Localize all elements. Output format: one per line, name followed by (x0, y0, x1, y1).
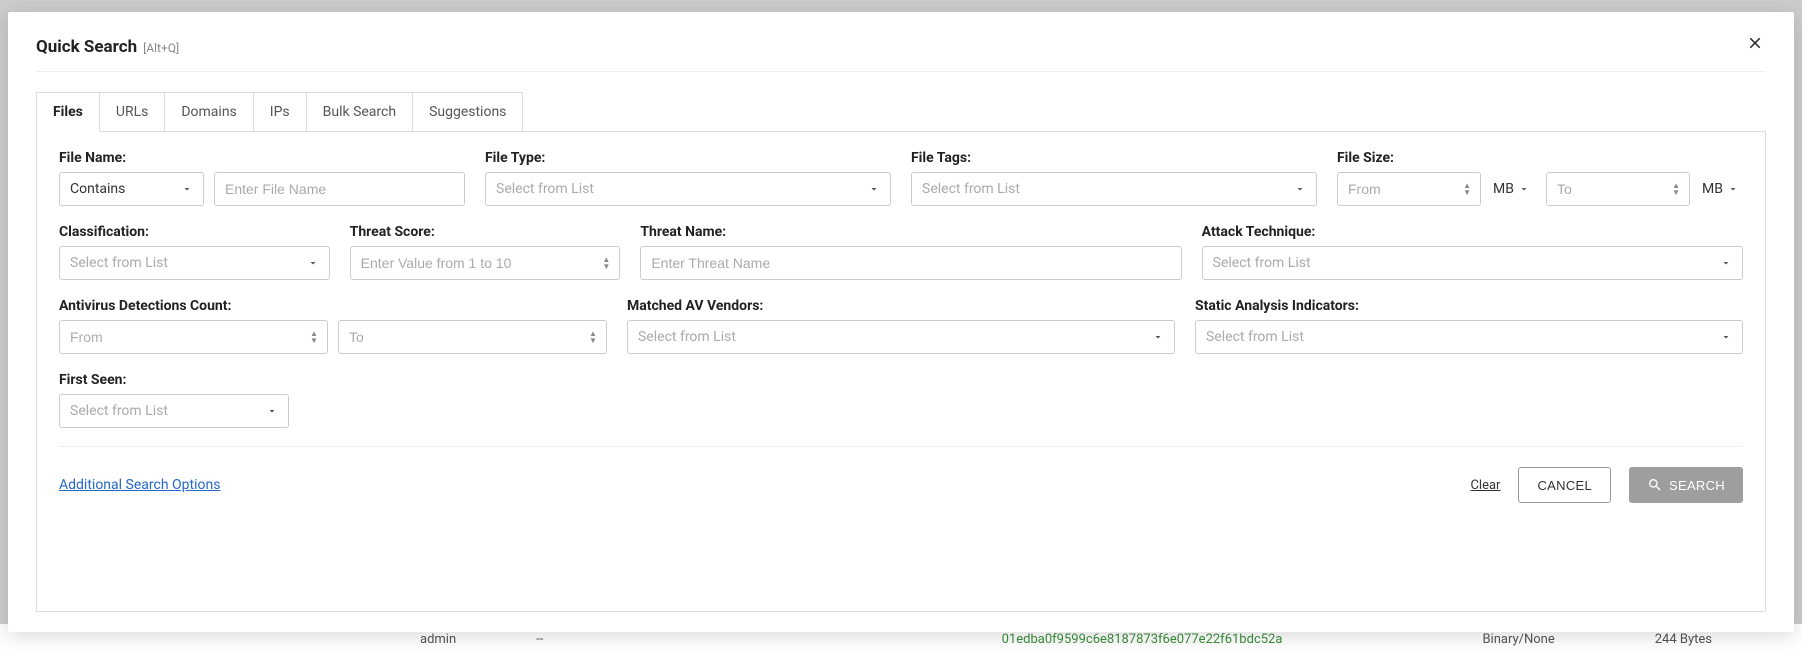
clear-link[interactable]: Clear (1470, 478, 1500, 493)
av-count-to-wrap[interactable]: ▲▼ (338, 320, 607, 354)
cancel-button[interactable]: CANCEL (1518, 467, 1611, 503)
file-type-value: Select from List (496, 181, 880, 197)
threat-score-input-wrap[interactable]: ▲▼ (350, 246, 621, 280)
bg-user: admin (420, 632, 456, 647)
classification-value: Select from List (70, 255, 319, 271)
label-av-count: Antivirus Detections Count: (59, 298, 607, 314)
cancel-label: CANCEL (1537, 478, 1592, 493)
tab-ips[interactable]: IPs (253, 92, 307, 131)
av-count-from[interactable] (70, 329, 317, 345)
file-size-to-unit[interactable]: MB (1698, 181, 1743, 197)
threat-score-input[interactable] (361, 255, 610, 271)
file-tags-select[interactable]: Select from List (911, 172, 1317, 206)
matched-av-value: Select from List (638, 329, 1164, 345)
tabs: Files URLs Domains IPs Bulk Search Sugge… (36, 92, 1766, 131)
label-file-tags: File Tags: (911, 150, 1317, 166)
stepper-icon[interactable]: ▲▼ (307, 327, 321, 347)
file-type-select[interactable]: Select from List (485, 172, 891, 206)
field-av-count: Antivirus Detections Count: ▲▼ ▲▼ (59, 298, 607, 354)
search-icon (1647, 477, 1663, 493)
tab-suggestions[interactable]: Suggestions (412, 92, 523, 131)
stepper-icon[interactable]: ▲▼ (586, 327, 600, 347)
file-name-input-wrap[interactable] (214, 172, 465, 206)
tab-files[interactable]: Files (36, 92, 100, 132)
file-name-match-value: Contains (70, 181, 193, 197)
modal-header: Quick Search [Alt+Q] (36, 32, 1766, 72)
label-classification: Classification: (59, 224, 330, 240)
label-threat-name: Threat Name: (640, 224, 1181, 240)
footer-actions: Clear CANCEL SEARCH (1470, 467, 1743, 503)
label-threat-score: Threat Score: (350, 224, 621, 240)
stepper-icon[interactable]: ▲▼ (599, 253, 613, 273)
label-static-analysis: Static Analysis Indicators: (1195, 298, 1743, 314)
label-matched-av: Matched AV Vendors: (627, 298, 1175, 314)
field-file-size: File Size: ▲▼ MB (1337, 150, 1743, 206)
row-2: Classification: Select from List Threat … (59, 224, 1743, 280)
stepper-icon[interactable]: ▲▼ (1460, 179, 1474, 199)
label-first-seen: First Seen: (59, 372, 289, 388)
classification-select[interactable]: Select from List (59, 246, 330, 280)
field-threat-score: Threat Score: ▲▼ (350, 224, 621, 280)
attack-technique-select[interactable]: Select from List (1202, 246, 1743, 280)
search-button[interactable]: SEARCH (1629, 467, 1743, 503)
file-name-match-select[interactable]: Contains (59, 172, 204, 206)
modal-shortcut: [Alt+Q] (143, 41, 179, 55)
label-attack-technique: Attack Technique: (1202, 224, 1743, 240)
threat-name-input[interactable] (651, 255, 1170, 271)
field-file-name: File Name: Contains (59, 150, 465, 206)
bg-size: 244 Bytes (1655, 632, 1712, 647)
label-file-type: File Type: (485, 150, 891, 166)
first-seen-select[interactable]: Select from List (59, 394, 289, 428)
field-threat-name: Threat Name: (640, 224, 1181, 280)
threat-name-input-wrap[interactable] (640, 246, 1181, 280)
bg-hash: 01edba0f9599c6e8187873f6e077e22f61bdc52a (1002, 632, 1283, 647)
label-file-size: File Size: (1337, 150, 1743, 166)
bg-dash: -- (536, 632, 543, 647)
tab-domains[interactable]: Domains (164, 92, 253, 131)
file-size-from-input[interactable]: ▲▼ (1337, 172, 1481, 206)
file-size-from[interactable] (1348, 181, 1470, 197)
attack-technique-value: Select from List (1213, 255, 1732, 271)
modal-title: Quick Search (36, 37, 137, 57)
tab-urls[interactable]: URLs (99, 92, 165, 131)
matched-av-select[interactable]: Select from List (627, 320, 1175, 354)
field-classification: Classification: Select from List (59, 224, 330, 280)
search-label: SEARCH (1669, 478, 1725, 493)
static-analysis-value: Select from List (1206, 329, 1732, 345)
file-tags-value: Select from List (922, 181, 1306, 197)
av-count-from-wrap[interactable]: ▲▼ (59, 320, 328, 354)
field-first-seen: First Seen: Select from List (59, 372, 289, 428)
unit-label: MB (1702, 181, 1723, 197)
row-3: Antivirus Detections Count: ▲▼ ▲▼ Matche… (59, 298, 1743, 354)
row-1: File Name: Contains File Type: Select fr… (59, 150, 1743, 206)
file-size-to-input[interactable]: ▲▼ (1546, 172, 1690, 206)
file-name-input[interactable] (225, 181, 454, 197)
av-count-to[interactable] (349, 329, 596, 345)
file-size-from-unit[interactable]: MB (1489, 181, 1534, 197)
row-4: First Seen: Select from List (59, 372, 1743, 428)
close-icon (1746, 34, 1764, 52)
static-analysis-select[interactable]: Select from List (1195, 320, 1743, 354)
panel-footer: Additional Search Options Clear CANCEL S… (59, 446, 1743, 503)
chevron-down-icon (1727, 183, 1739, 195)
tab-bulk-search[interactable]: Bulk Search (306, 92, 413, 131)
quick-search-modal: Quick Search [Alt+Q] Files URLs Domains … (8, 12, 1794, 632)
close-button[interactable] (1744, 32, 1766, 57)
stepper-icon[interactable]: ▲▼ (1669, 179, 1683, 199)
bg-type: Binary/None (1482, 632, 1554, 647)
additional-search-options-link[interactable]: Additional Search Options (59, 477, 220, 493)
field-file-tags: File Tags: Select from List (911, 150, 1317, 206)
chevron-down-icon (1518, 183, 1530, 195)
field-static-analysis: Static Analysis Indicators: Select from … (1195, 298, 1743, 354)
unit-label: MB (1493, 181, 1514, 197)
first-seen-value: Select from List (70, 403, 278, 419)
field-file-type: File Type: Select from List (485, 150, 891, 206)
file-size-to[interactable] (1557, 181, 1679, 197)
label-file-name: File Name: (59, 150, 465, 166)
field-attack-technique: Attack Technique: Select from List (1202, 224, 1743, 280)
field-matched-av: Matched AV Vendors: Select from List (627, 298, 1175, 354)
search-panel: File Name: Contains File Type: Select fr… (36, 131, 1766, 612)
